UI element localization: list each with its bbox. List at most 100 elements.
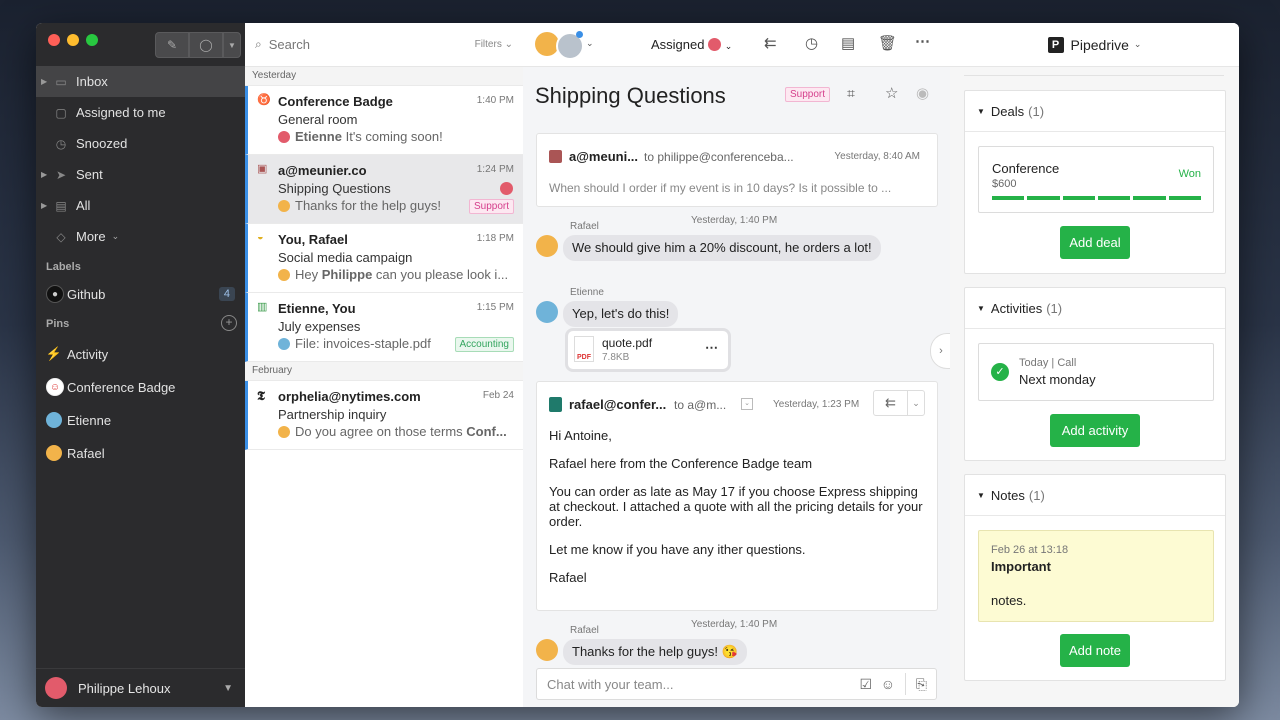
check-icon[interactable]: ✓	[991, 363, 1009, 381]
email-card[interactable]: a@meuni... to philippe@conferenceba... Y…	[536, 133, 938, 207]
stage-segment	[1027, 196, 1060, 200]
pin-item-activity[interactable]: ⚡ Activity	[36, 340, 245, 368]
more-options-icon[interactable]: ⋯	[915, 32, 930, 50]
conversation-sender: a@meunier.co	[278, 163, 367, 178]
chat-input[interactable]: Chat with your team... ☑ ☺ ⎘	[536, 668, 937, 700]
participants-chevron-icon[interactable]: ⌄	[586, 38, 594, 49]
expand-caret-icon[interactable]: ▶	[41, 170, 47, 179]
pin-label: Activity	[67, 346, 109, 362]
reply-all-icon[interactable]: ⇇	[764, 34, 777, 52]
conversation-panel: ⌄ Assigned ⌄ ⇇ ◷ ▤ 🗑 ⋯ Shipping Question…	[523, 23, 951, 707]
label-item-github[interactable]: ● Github 4	[36, 280, 245, 308]
pin-item-rafael[interactable]: Rafael	[36, 439, 245, 467]
plus-icon: +	[225, 315, 233, 329]
assigned-dropdown[interactable]: Assigned ⌄	[651, 37, 732, 52]
close-window-button[interactable]	[48, 34, 60, 46]
add-deal-button[interactable]: Add deal	[1060, 226, 1130, 259]
eye-icon[interactable]: ◉	[916, 84, 929, 102]
minimize-window-button[interactable]	[67, 34, 79, 46]
file-attachment[interactable]: PDF quote.pdf 7.8KB ⋯	[565, 328, 731, 372]
conversation-subject: Partnership inquiry	[278, 407, 387, 422]
avatar	[278, 131, 290, 143]
sidebar-item-label: Sent	[76, 167, 103, 182]
activities-header[interactable]: ▼ Activities (1)	[965, 288, 1225, 329]
archive-icon[interactable]: ▤	[841, 34, 855, 52]
stage-segment	[1062, 196, 1095, 200]
expand-caret-icon[interactable]: ▶	[41, 201, 47, 210]
contact-icon	[549, 150, 562, 163]
current-user-menu[interactable]: Philippe Lehoux ▼	[36, 668, 245, 707]
activity-meta: Today | Call	[1019, 357, 1077, 369]
pin-item-etienne[interactable]: Etienne	[36, 406, 245, 434]
note-heading: Important	[991, 559, 1051, 574]
deal-status: Won	[1178, 168, 1201, 180]
deal-card[interactable]: Conference $600 Won	[978, 146, 1214, 213]
filters-dropdown[interactable]: Filters ⌄	[475, 39, 513, 50]
search-bar: ⌕ Search Filters ⌄	[245, 23, 523, 67]
email-line: Rafael	[549, 570, 587, 585]
snooze-clock-icon[interactable]: ◷	[805, 34, 818, 52]
deal-stage-progress	[992, 196, 1201, 200]
trash-icon[interactable]: 🗑	[878, 34, 897, 52]
expand-recipients-icon[interactable]: ⌄	[741, 398, 753, 410]
search-input[interactable]: Search	[269, 37, 310, 52]
message-author: Rafael	[570, 221, 599, 232]
email-line: Let me know if you have any ither questi…	[549, 542, 806, 557]
zoom-window-button[interactable]	[86, 34, 98, 46]
sidebar-item-sent[interactable]: ▶ ➤ Sent	[36, 159, 245, 190]
assigned-icon: ▢	[55, 105, 67, 120]
chevron-down-icon[interactable]: ⌄	[908, 391, 924, 415]
add-note-button[interactable]: Add note	[1060, 634, 1130, 667]
notes-header[interactable]: ▼ Notes (1)	[965, 475, 1225, 516]
deals-header[interactable]: ▼ Deals (1)	[965, 91, 1225, 132]
tag-support[interactable]: Support	[785, 87, 831, 102]
lightning-icon: ⚡	[45, 346, 63, 361]
deal-name: Conference	[992, 161, 1060, 176]
list-item[interactable]: ◒ You, Rafael 1:18 PM Social media campa…	[245, 224, 523, 293]
pin-item-conference-badge[interactable]: ☺ Conference Badge	[36, 373, 245, 401]
emoji-icon[interactable]: ☺	[881, 676, 895, 692]
integration-selector[interactable]: P Pipedrive ⌄	[950, 23, 1239, 67]
conversation-sender: orphelia@nytimes.com	[278, 389, 421, 404]
expand-panel-button[interactable]: ›	[930, 333, 951, 369]
conversation-subject: Shipping Questions	[278, 181, 391, 196]
compose-button[interactable]: ✎	[155, 32, 189, 58]
notes-section: ▼ Notes (1) Feb 26 at 13:18 Important not…	[964, 474, 1226, 681]
new-chat-button[interactable]: ◯	[189, 32, 223, 58]
star-icon[interactable]: ☆	[885, 84, 898, 102]
window-controls	[48, 34, 98, 46]
reply-group: ⇇ ⌄	[873, 390, 925, 416]
email-card[interactable]: rafael@confer... to a@m... ⌄ Yesterday, …	[536, 381, 938, 611]
list-item[interactable]: ▥ Etienne, You 1:15 PM July expenses Fil…	[245, 293, 523, 362]
note-card[interactable]: Feb 26 at 13:18 Important notes.	[978, 530, 1214, 622]
sidebar-item-snoozed[interactable]: ◷ Snoozed	[36, 128, 245, 159]
avatar	[536, 639, 558, 661]
pin-label: Conference Badge	[67, 379, 176, 395]
list-item[interactable]: ♉ Conference Badge 1:40 PM General room …	[245, 86, 523, 155]
sidebar-item-assigned[interactable]: ▢ Assigned to me	[36, 97, 245, 128]
list-item[interactable]: 𝕿 orphelia@nytimes.com Feb 24 Partnershi…	[245, 381, 523, 450]
sidebar-item-label: Assigned to me	[76, 105, 166, 120]
task-checkbox-icon[interactable]: ☑	[859, 676, 872, 693]
avatar	[278, 338, 290, 350]
expand-caret-icon[interactable]: ▶	[41, 77, 47, 86]
conversation-preview: Thanks for the help guys! 😘	[278, 198, 443, 214]
tag-icon[interactable]: ⌗	[847, 85, 855, 102]
stage-segment	[1133, 196, 1166, 200]
compose-menu-button[interactable]: ▼	[223, 32, 241, 58]
unread-count-badge: 4	[218, 287, 235, 301]
chat-input-placeholder: Chat with your team...	[547, 676, 674, 692]
more-options-icon[interactable]: ⋯	[705, 340, 718, 356]
email-body: Hi Antoine, Rafael here from the Confere…	[549, 428, 923, 585]
sidebar-item-more[interactable]: ◇ More ⌄	[36, 221, 245, 252]
attachment-icon[interactable]: ⎘	[916, 676, 927, 693]
activity-card[interactable]: ✓ Today | Call Next monday	[978, 343, 1214, 401]
add-pin-button[interactable]: +	[221, 315, 237, 331]
reply-all-icon[interactable]: ⇇	[874, 391, 908, 415]
add-activity-button[interactable]: Add activity	[1050, 414, 1140, 447]
list-item[interactable]: ▣ a@meunier.co 1:24 PM Shipping Question…	[245, 155, 523, 224]
sidebar-item-all[interactable]: ▶ ▤ All	[36, 190, 245, 221]
conversation-subject: Social media campaign	[278, 250, 413, 265]
sidebar-item-inbox[interactable]: ▶ ▭ Inbox	[36, 66, 245, 97]
archive-icon: ▤	[55, 198, 67, 213]
